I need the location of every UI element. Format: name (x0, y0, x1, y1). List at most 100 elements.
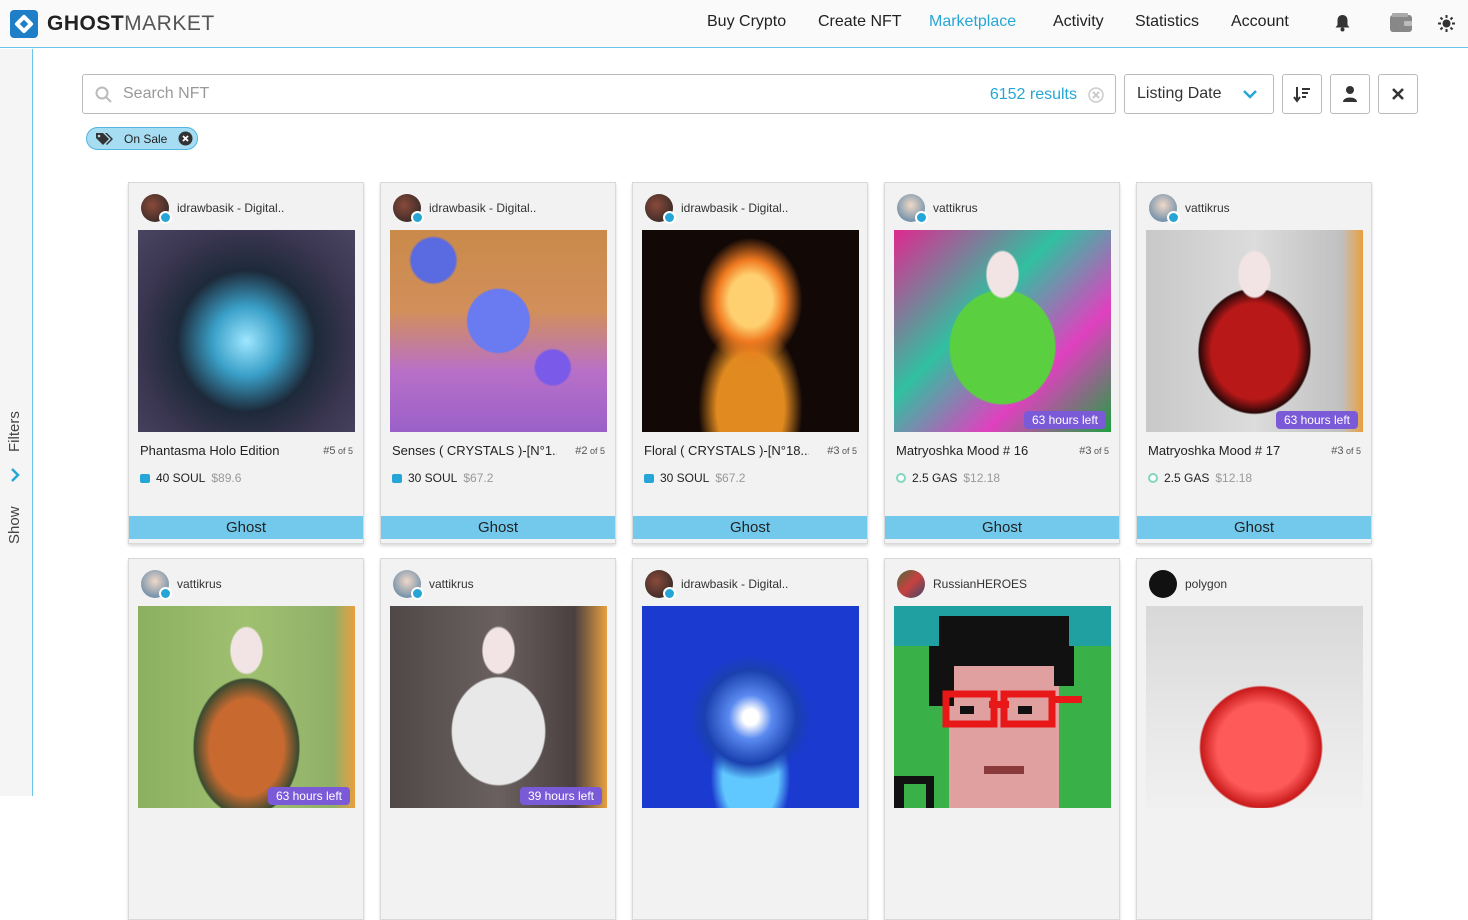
creator-name[interactable]: polygon (1185, 577, 1227, 591)
price: 30 SOUL $67.2 (644, 471, 745, 485)
avatar[interactable] (1149, 570, 1177, 598)
nft-name[interactable]: Phantasma Holo Edition (140, 443, 305, 458)
time-left-badge: 39 hours left (519, 787, 602, 805)
nft-image[interactable] (894, 606, 1111, 808)
top-navbar: GHOSTMARKET Buy Crypto Create NFT Market… (0, 0, 1468, 48)
chevron-right-icon (11, 468, 20, 482)
creator-name[interactable]: vattikrus (429, 577, 474, 591)
edition: #3 of 5 (1079, 445, 1109, 457)
clear-search-icon[interactable] (1088, 87, 1104, 103)
sun-theme-icon[interactable] (1438, 15, 1455, 32)
edition: #3 of 5 (1331, 445, 1361, 457)
nft-name[interactable]: Senses ( CRYSTALS )-[N°1... (392, 443, 557, 458)
avatar[interactable] (645, 570, 676, 600)
price: 30 SOUL $67.2 (392, 471, 493, 485)
nft-card[interactable]: idrawbasik - Digital.. Phantasma Holo Ed… (128, 182, 364, 544)
logo-text: GHOSTMARKET (47, 12, 215, 35)
nft-image[interactable] (642, 230, 859, 432)
creator-name[interactable]: vattikrus (177, 577, 222, 591)
close-icon (1392, 88, 1404, 100)
nft-card[interactable]: idrawbasik - Digital.. (632, 558, 868, 920)
remove-chip-icon[interactable] (178, 131, 193, 146)
nft-image[interactable] (390, 230, 607, 432)
nft-card[interactable]: idrawbasik - Digital.. Floral ( CRYSTALS… (632, 182, 868, 544)
verified-icon (159, 211, 172, 224)
nft-image[interactable]: 63 hours left (138, 606, 355, 808)
avatar[interactable] (141, 194, 172, 224)
nav-account[interactable]: Account (1231, 13, 1289, 31)
avatar[interactable] (141, 570, 172, 600)
verified-icon (159, 587, 172, 600)
nav-buy-crypto[interactable]: Buy Crypto (707, 13, 786, 31)
avatar[interactable] (645, 194, 676, 224)
nft-card[interactable]: vattikrus 63 hours left (128, 558, 364, 920)
on-sale-filter-chip[interactable]: On Sale (86, 127, 198, 150)
verified-icon (663, 587, 676, 600)
creator-name[interactable]: vattikrus (933, 201, 978, 215)
price: 2.5 GAS $12.18 (1148, 471, 1252, 485)
time-left-badge: 63 hours left (267, 787, 350, 805)
user-filter-button[interactable] (1330, 74, 1370, 114)
chain-bar: Ghost (1137, 516, 1371, 539)
search-input[interactable] (123, 85, 823, 103)
sort-order-button[interactable] (1282, 74, 1322, 114)
filter-sidebar[interactable]: Show Filters (0, 49, 33, 796)
sort-selected-value: Listing Date (1137, 85, 1222, 102)
filters-label: Filters (6, 411, 23, 452)
nft-card[interactable]: polygon (1136, 558, 1372, 920)
nft-card[interactable]: vattikrus 63 hours left Matryoshka Mood … (1136, 182, 1372, 544)
verified-icon (1167, 211, 1180, 224)
bell-icon[interactable] (1334, 14, 1351, 32)
avatar[interactable] (1149, 194, 1180, 224)
creator-name[interactable]: idrawbasik - Digital.. (681, 577, 788, 591)
tags-icon (96, 133, 113, 145)
nav-marketplace[interactable]: Marketplace (929, 13, 1016, 31)
nft-card[interactable]: vattikrus 63 hours left Matryoshka Mood … (884, 182, 1120, 544)
soul-coin-icon (140, 473, 150, 483)
soul-coin-icon (392, 473, 402, 483)
close-filters-button[interactable] (1378, 74, 1418, 114)
nft-image[interactable] (642, 606, 859, 808)
creator-name[interactable]: idrawbasik - Digital.. (681, 201, 788, 215)
creator-name[interactable]: RussianHEROES (933, 577, 1027, 591)
gas-coin-icon (1148, 473, 1158, 483)
avatar[interactable] (393, 194, 424, 224)
wallet-icon[interactable] (1389, 12, 1413, 34)
results-count: 6152 results (989, 86, 1077, 103)
chain-bar: Ghost (633, 516, 867, 539)
nft-image[interactable]: 63 hours left (894, 230, 1111, 432)
verified-icon (915, 211, 928, 224)
nft-image[interactable]: 39 hours left (390, 606, 607, 808)
nft-card[interactable]: vattikrus 39 hours left (380, 558, 616, 920)
nft-image[interactable] (138, 230, 355, 432)
creator-name[interactable]: idrawbasik - Digital.. (429, 201, 536, 215)
nft-image[interactable]: 63 hours left (1146, 230, 1363, 432)
sort-descending-icon (1293, 87, 1310, 103)
nft-name[interactable]: Matryoshka Mood # 17 (1148, 443, 1313, 458)
creator-name[interactable]: vattikrus (1185, 201, 1230, 215)
show-filters-toggle[interactable]: Show Filters (4, 404, 28, 544)
nft-image[interactable] (1146, 606, 1363, 808)
gas-coin-icon (896, 473, 906, 483)
chain-bar: Ghost (381, 516, 615, 539)
nft-name[interactable]: Floral ( CRYSTALS )-[N°18... (644, 443, 809, 458)
avatar[interactable] (897, 570, 925, 598)
chain-bar: Ghost (885, 516, 1119, 539)
verified-icon (411, 211, 424, 224)
avatar[interactable] (897, 194, 928, 224)
soul-coin-icon (644, 473, 654, 483)
nft-card[interactable]: idrawbasik - Digital.. Senses ( CRYSTALS… (380, 182, 616, 544)
pixel-art-image (894, 606, 1111, 808)
nav-activity[interactable]: Activity (1053, 13, 1104, 31)
nav-create-nft[interactable]: Create NFT (818, 13, 902, 31)
creator-name[interactable]: idrawbasik - Digital.. (177, 201, 284, 215)
nft-card[interactable]: RussianHEROES (884, 558, 1120, 920)
ghostmarket-logo[interactable]: GHOSTMARKET (10, 10, 215, 38)
sort-select[interactable]: Listing Date (1124, 74, 1274, 114)
nav-statistics[interactable]: Statistics (1135, 13, 1199, 31)
nft-name[interactable]: Matryoshka Mood # 16 (896, 443, 1061, 458)
chain-bar: Ghost (129, 516, 363, 539)
avatar[interactable] (393, 570, 424, 600)
show-label: Show (6, 506, 23, 544)
search-bar[interactable]: 6152 results (82, 74, 1116, 114)
